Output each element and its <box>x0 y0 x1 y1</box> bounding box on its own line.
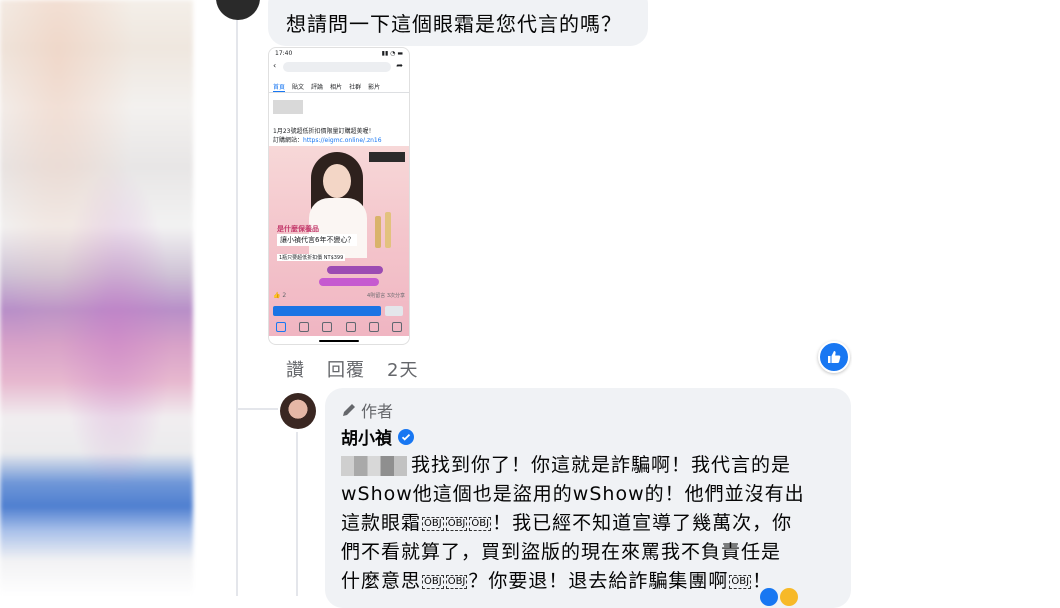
phone-menu-icon <box>392 322 403 332</box>
author-badge: 作者 <box>341 398 393 422</box>
phone-bell-icon <box>368 322 379 332</box>
phone-tab: 影片 <box>368 84 381 91</box>
phone-tab: 貼文 <box>292 84 305 91</box>
ad-caption1: 是什麼保養品 <box>277 225 319 233</box>
reply-link[interactable]: 回覆 <box>327 356 365 382</box>
phone-share-icon: ➦ <box>396 61 403 70</box>
ad-product-bottle <box>375 216 381 248</box>
phone-post-label: 訂購網站： <box>273 137 304 144</box>
blurred-background-panel <box>0 0 193 596</box>
phone-page-tabs: 首頁 貼文 評論 相片 社群 影片 <box>273 82 409 92</box>
reply-line1-text: 我找到你了！你這就是詐騙啊！我代言的是 <box>411 454 792 476</box>
verified-badge-icon <box>398 428 414 445</box>
phone-search-bar <box>283 62 391 72</box>
reply-line5a-text: 什麼意思 <box>341 570 422 592</box>
phone-tab: 評論 <box>311 84 324 91</box>
ad-pill-button <box>319 278 379 286</box>
emoji-placeholder: OBJ <box>445 516 468 531</box>
ad-tag <box>369 152 405 162</box>
haha-reaction-icon <box>780 588 798 606</box>
like-reaction-icon <box>760 588 778 606</box>
phone-post-line2: 訂購網站：https://eigmc.online/.zn16 <box>273 135 382 144</box>
ad-caption2: 讓小禎代言6年不變心？ <box>277 234 358 246</box>
phone-profile-icon <box>345 322 356 332</box>
reply-reactions[interactable] <box>760 588 806 606</box>
ad-pill-button <box>327 266 383 274</box>
reply-author: 胡小禎 <box>341 424 414 449</box>
ad-model-face <box>323 164 351 198</box>
thread-line <box>236 0 238 596</box>
like-reaction-badge[interactable] <box>818 341 850 373</box>
reply-line5b-text: ？你要退！退去給詐騙集團啊 <box>468 570 729 592</box>
right-margin <box>852 0 1060 596</box>
emoji-placeholder: OBJ <box>422 516 444 531</box>
redacted-mention[interactable] <box>341 455 407 476</box>
reply-line3a-text: 這款眼霜 <box>341 512 422 534</box>
reply-line2: wShow他這個也是盜用的wShow的！他們並沒有出 <box>341 483 805 505</box>
reply-text: 我找到你了！你這就是詐騙啊！我代言的是 wShow他這個也是盜用的wShow的！… <box>341 451 841 596</box>
thread-branch <box>236 408 278 410</box>
comment-bubble: 想請問一下這個眼霜是您代言的嗎？ <box>268 0 648 46</box>
reply-bubble: 作者 胡小禎 我找到你了！你這就是詐騙啊！我代言的是 wShow他這個也是盜用的… <box>325 388 851 608</box>
author-avatar[interactable] <box>280 393 316 429</box>
phone-tab: 社群 <box>349 84 362 91</box>
commenter-avatar[interactable] <box>216 0 260 20</box>
phone-more-button <box>385 306 403 316</box>
phone-video-icon <box>298 322 309 332</box>
emoji-placeholder: OBJ <box>729 574 752 589</box>
emoji-placeholder: OBJ <box>469 516 492 531</box>
comment-actions: 讚 回覆 2天 <box>286 356 418 382</box>
attached-screenshot[interactable]: 17:40 ▮▮ ◔ ▬ ‹ ➦ 首頁 貼文 評論 相片 社群 影片 1月23號… <box>268 47 410 345</box>
phone-marketplace-icon <box>322 322 333 332</box>
phone-home-icon <box>275 322 286 332</box>
reply-line4: 們不看就算了，買到盜版的現在來罵我不負責任是 <box>341 541 782 563</box>
phone-post-line1: 1月23號超低折扣價限量訂購超美喔！ <box>273 128 375 135</box>
phone-post-link: https://eigmc.online/.zn16 <box>303 137 382 144</box>
thumbs-up-icon <box>828 351 841 363</box>
comment-age[interactable]: 2天 <box>387 356 418 382</box>
emoji-placeholder: OBJ <box>445 574 468 589</box>
ad-caption3: 1瓶只要超低折扣價 NT$399 <box>277 254 346 261</box>
comment-text: 想請問一下這個眼霜是您代言的嗎？ <box>286 12 622 36</box>
phone-back-icon: ‹ <box>273 61 277 70</box>
phone-divider <box>269 92 409 93</box>
phone-redacted-page <box>273 100 303 114</box>
reply-line: 這款眼霜 OBJ OBJ OBJ ！我已經不知道宣導了幾萬次，你 <box>341 509 841 538</box>
phone-comments-shares: 4則留言 3次分享 <box>367 293 405 299</box>
phone-status-time: 17:40 <box>275 50 293 57</box>
phone-reactions-count: 2 <box>282 292 287 299</box>
ad-product-bottle <box>385 212 391 248</box>
phone-reactions: 👍 2 <box>273 292 287 299</box>
reply-line: 我找到你了！你這就是詐騙啊！我代言的是 <box>341 451 841 480</box>
phone-tab: 首頁 <box>273 84 286 92</box>
reply-line3b-text: ！我已經不知道宣導了幾萬次，你 <box>492 512 793 534</box>
phone-home-indicator <box>319 340 359 342</box>
author-name[interactable]: 胡小禎 <box>341 424 392 449</box>
pencil-icon <box>343 404 355 416</box>
phone-signal-icon: ▮▮ ◔ ▬ <box>381 50 403 57</box>
reply-thread-line <box>296 432 298 596</box>
phone-cta-bar <box>273 306 381 316</box>
like-link[interactable]: 讚 <box>286 356 305 382</box>
emoji-placeholder: OBJ <box>422 574 444 589</box>
phone-tab: 相片 <box>330 84 343 91</box>
phone-bottom-nav <box>269 322 409 332</box>
author-badge-label: 作者 <box>361 402 394 421</box>
